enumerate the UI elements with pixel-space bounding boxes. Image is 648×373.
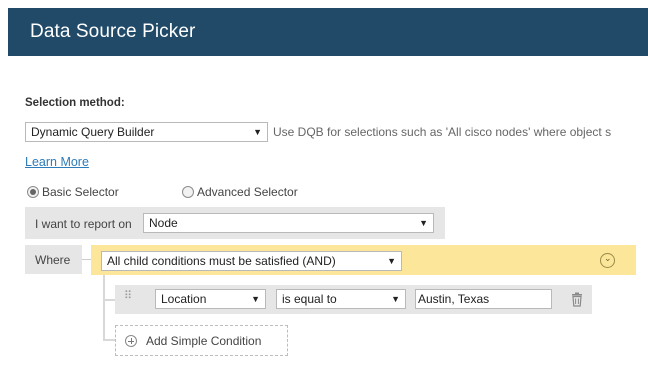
- tree-connector-branch: [103, 299, 115, 301]
- basic-selector-radio[interactable]: Basic Selector: [27, 185, 119, 199]
- report-on-panel: I want to report on Node ▼: [25, 207, 445, 239]
- report-entity-dropdown[interactable]: Node ▼: [143, 213, 434, 233]
- tree-connector-branch: [103, 339, 115, 341]
- learn-more-link[interactable]: Learn More: [25, 155, 89, 169]
- chevron-down-icon: ▼: [251, 294, 260, 304]
- radio-unchecked-icon[interactable]: [182, 186, 194, 198]
- condition-field-value: Location: [161, 292, 207, 306]
- chevron-down-icon: ▼: [387, 256, 396, 266]
- selection-method-value: Dynamic Query Builder: [31, 125, 155, 139]
- advanced-selector-radio[interactable]: Advanced Selector: [182, 185, 298, 199]
- where-label: Where: [35, 253, 71, 267]
- selection-method-dropdown[interactable]: Dynamic Query Builder ▼: [25, 122, 268, 142]
- condition-operator-dropdown[interactable]: is equal to ▼: [276, 289, 406, 309]
- condition-value-input[interactable]: [415, 289, 552, 309]
- basic-selector-label: Basic Selector: [42, 185, 119, 199]
- chevron-down-icon: ▼: [391, 294, 400, 304]
- group-operator-dropdown[interactable]: All child conditions must be satisfied (…: [101, 251, 402, 271]
- add-simple-condition-button[interactable]: Add Simple Condition: [115, 325, 288, 356]
- trash-icon[interactable]: [570, 292, 584, 307]
- dqb-hint-text: Use DQB for selections such as 'All cisc…: [273, 125, 612, 139]
- report-on-label: I want to report on: [35, 217, 132, 231]
- condition-group-bar: All child conditions must be satisfied (…: [91, 245, 636, 275]
- where-panel: Where: [25, 245, 82, 274]
- advanced-selector-label: Advanced Selector: [197, 185, 298, 199]
- condition-operator-value: is equal to: [282, 292, 337, 306]
- radio-checked-icon[interactable]: [27, 186, 39, 198]
- simple-condition-row: ⠿ Location ▼ is equal to ▼: [115, 285, 592, 314]
- dialog-title: Data Source Picker: [30, 21, 196, 42]
- tree-connector-vertical: [103, 275, 105, 340]
- chevron-down-icon: ⌄: [604, 253, 612, 263]
- collapse-group-button[interactable]: ⌄: [600, 253, 615, 268]
- chevron-down-icon: ▼: [253, 127, 262, 137]
- dialog-header: Data Source Picker: [8, 8, 648, 56]
- add-simple-condition-label: Add Simple Condition: [146, 334, 262, 348]
- add-circle-icon: [125, 335, 137, 347]
- chevron-down-icon: ▼: [419, 218, 428, 228]
- report-entity-value: Node: [149, 216, 178, 230]
- selection-method-label: Selection method:: [25, 97, 125, 109]
- drag-handle-icon[interactable]: ⠿: [124, 291, 134, 305]
- group-operator-value: All child conditions must be satisfied (…: [107, 254, 336, 268]
- condition-field-dropdown[interactable]: Location ▼: [155, 289, 266, 309]
